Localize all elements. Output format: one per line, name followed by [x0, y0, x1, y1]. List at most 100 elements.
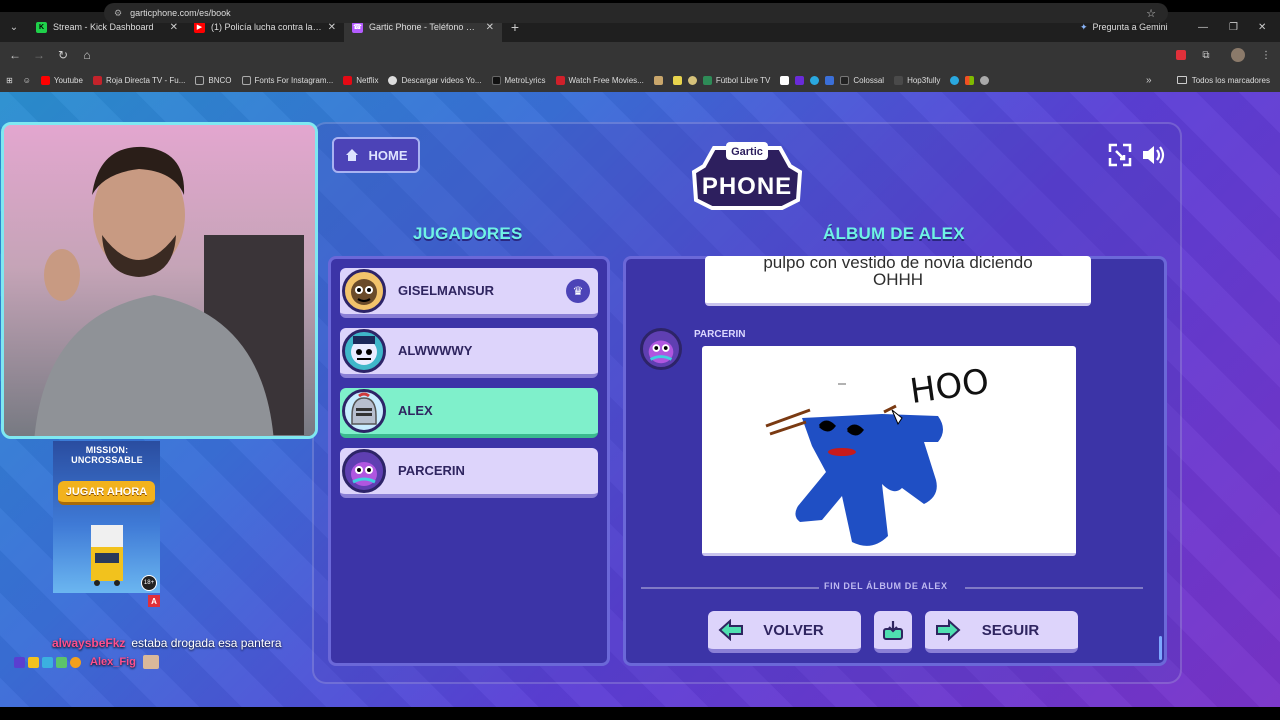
close-window-icon[interactable]: ✕ [1258, 12, 1266, 42]
bottom-letterbox [0, 707, 1280, 720]
next-label: SEGUIR [981, 621, 1040, 639]
sentence-card: pulpo con vestido de novia diciendo OHHH [705, 256, 1091, 306]
bookmark-star-icon[interactable]: ☆ [1146, 7, 1156, 20]
close-icon[interactable]: ✕ [328, 22, 336, 33]
bookmark-icon-only[interactable] [825, 75, 835, 85]
bookmark-item[interactable]: Hop3fully [894, 75, 941, 85]
browser-menu-icon[interactable]: ⋮ [1256, 45, 1276, 65]
ad-banner[interactable]: MISSION: UNCROSSABLE JUGAR AHORA [53, 441, 160, 593]
drawing-text: HOO [908, 361, 992, 412]
player-name: ALEX [398, 403, 433, 418]
bookmark-label: Colossal [853, 75, 885, 85]
folder-icon [195, 75, 205, 85]
divider-left [641, 587, 819, 589]
url-text: garticphone.com/es/book [130, 8, 231, 18]
bookmark-icon-only[interactable] [780, 75, 790, 85]
kick-icon: K [36, 21, 47, 33]
next-button[interactable]: SEGUIR [925, 611, 1078, 653]
drawer-avatar [640, 328, 682, 370]
crown-badge-icon [28, 656, 39, 668]
folder-icon [1176, 76, 1187, 84]
reload-icon[interactable]: ↻ [51, 42, 75, 68]
minimize-icon[interactable]: — [1198, 12, 1208, 42]
svg-text:Gartic: Gartic [731, 146, 763, 158]
tab-search-icon[interactable]: ⌄ [0, 12, 28, 42]
back-button[interactable]: VOLVER [708, 611, 861, 653]
url-field[interactable]: ⚙ garticphone.com/es/book ☆ [104, 3, 1168, 23]
player-row-alwwwwy[interactable]: ALWWWWY [340, 328, 598, 378]
home-button[interactable]: HOME [332, 137, 420, 173]
bookmark-icon-only[interactable] [653, 75, 663, 85]
gartic-icon: ☎ [352, 21, 363, 33]
home-icon[interactable]: ⌂ [75, 42, 99, 68]
extensions-puzzle-icon[interactable]: ⧉ [1196, 45, 1216, 65]
end-of-album-label: FIN DEL ÁLBUM DE ALEX [824, 581, 948, 591]
gartic-phone-logo: Gartic PHONE [691, 142, 803, 210]
all-bookmarks-label: Todos los marcadores [1191, 75, 1270, 85]
bookmark-icon-only[interactable] [965, 75, 975, 85]
bookmark-label: MetroLyrics [504, 75, 546, 85]
house-icon [345, 149, 358, 161]
bookmark-label: Fonts For Instagram... [254, 75, 334, 85]
bookmark-item[interactable]: Roja Directa TV - Fu... [92, 75, 185, 85]
site-info-icon[interactable]: ⚙ [114, 8, 122, 19]
apps-icon[interactable]: ⊞ [6, 76, 13, 85]
bookmark-item[interactable]: Colossal [840, 75, 885, 85]
address-bar-row: ← → ↻ ⌂ [0, 42, 1280, 68]
svg-text:PHONE: PHONE [702, 173, 792, 200]
chat-username: Alex_Fig [90, 656, 136, 668]
bookmark-item[interactable]: Fútbol Libre TV [702, 75, 770, 85]
profile-avatar[interactable] [1228, 45, 1248, 65]
download-button[interactable] [874, 611, 912, 653]
bookmark-icon-only[interactable] [672, 75, 682, 85]
player-name: GISELMANSUR [398, 283, 495, 298]
close-icon[interactable]: ✕ [170, 22, 178, 33]
bookmark-site-icon [950, 75, 960, 85]
bookmark-item[interactable]: Netflix [343, 75, 378, 85]
bookmark-item[interactable]: BNCO [195, 75, 232, 85]
emoji-bookmark-icon[interactable]: ☺ [23, 76, 31, 85]
player-row-alex[interactable]: ALEX [340, 388, 598, 438]
tab-label: Gartic Phone - Teléfono Descon [369, 22, 480, 32]
more-bookmarks-icon[interactable]: » [1146, 68, 1152, 92]
ad-indicator-badge: A [148, 595, 160, 607]
sentence-line-1: pulpo con vestido de novia diciendo [763, 256, 1033, 272]
bookmark-icon-only[interactable] [795, 75, 805, 85]
bookmark-site-icon [780, 75, 790, 85]
player-row-parcerin[interactable]: PARCERIN [340, 448, 598, 498]
forward-icon[interactable]: → [27, 42, 51, 68]
restore-icon[interactable]: ❐ [1229, 12, 1238, 42]
back-icon[interactable]: ← [3, 42, 27, 68]
bookmark-site-icon [672, 75, 682, 85]
fullscreen-icon[interactable] [1107, 142, 1133, 168]
chat-message: Alex_Fig [14, 655, 159, 669]
player-avatar [342, 269, 386, 313]
roja-directa-icon [92, 75, 102, 85]
bookmark-item[interactable]: Fonts For Instagram... [241, 75, 334, 85]
bookmark-item[interactable]: Watch Free Movies... [555, 75, 644, 85]
bookmark-icon-only[interactable] [810, 75, 820, 85]
all-bookmarks-button[interactable]: Todos los marcadores [1176, 68, 1270, 92]
player-drawing: HOO [702, 346, 1076, 556]
close-icon[interactable]: ✕ [486, 22, 494, 33]
extension-icon[interactable] [1171, 45, 1191, 65]
bookmark-item[interactable]: MetroLyrics [491, 75, 546, 85]
bookmark-item[interactable]: Descargar videos Yo... [388, 75, 482, 85]
host-crown-icon: ♛ [566, 279, 590, 303]
futbol-icon [702, 75, 712, 85]
bookmark-item[interactable]: Youtube [40, 75, 83, 85]
bookmark-label: Youtube [53, 75, 83, 85]
bookmark-icon-only[interactable] [950, 75, 960, 85]
chat-username: alwaysbeFkz [52, 636, 126, 650]
divider-right [965, 587, 1143, 589]
volume-icon[interactable] [1140, 142, 1166, 168]
album-scrollbar[interactable] [1159, 636, 1162, 660]
bookmark-label: Hop3fully [907, 75, 941, 85]
bookmark-label: Descargar videos Yo... [401, 75, 482, 85]
player-row-giselmansur[interactable]: GISELMANSUR ♛ [340, 268, 598, 318]
player-name: ALWWWWY [398, 343, 473, 358]
arrow-left-icon [718, 619, 743, 641]
bookmark-icon-only[interactable] [980, 75, 990, 85]
bookmark-icon-only[interactable] [687, 75, 697, 85]
bookmark-site-icon [653, 75, 663, 85]
